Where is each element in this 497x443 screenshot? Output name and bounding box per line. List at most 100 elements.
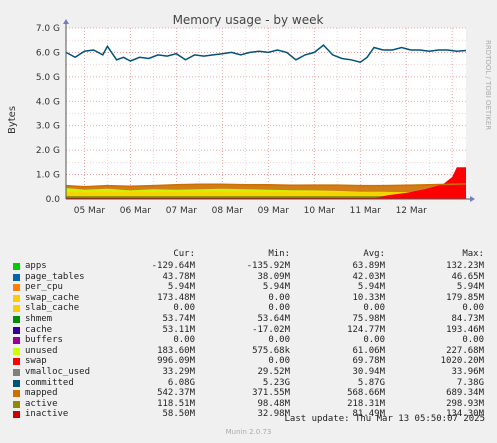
legend-swatch (13, 326, 20, 334)
legend-avg: 124.77M (347, 324, 385, 335)
legend-avg: 75.98M (352, 314, 385, 324)
legend-min: 0.00 (268, 335, 290, 346)
legend-label: swap_cache (25, 292, 80, 303)
legend-label: per_cpu (25, 282, 63, 293)
legend-min: 575.68k (252, 345, 290, 356)
legend-max: 7.38G (456, 377, 484, 388)
legend-cur: 33.29M (162, 367, 195, 377)
legend-label: slab_cache (25, 303, 80, 314)
legend-avg: 0.00 (363, 303, 385, 314)
legend-min: -17.02M (252, 324, 290, 335)
y-tick-label: 3.0 G (36, 122, 60, 132)
x-tick-label: 11 Mar (350, 206, 382, 216)
legend-cur: -129.64M (151, 261, 195, 271)
legend-max: 227.68M (446, 345, 484, 356)
legend-max: 689.34M (446, 388, 484, 399)
y-axis-label: Bytes (7, 106, 18, 134)
x-tick-label: 08 Mar (212, 206, 244, 216)
legend-max: 0.00 (462, 335, 484, 346)
y-tick-label: 7.0 G (36, 24, 60, 34)
legend-cur: 996.09M (157, 356, 195, 367)
legend-swatch (13, 390, 20, 398)
legend-label: vmalloc_used (25, 367, 91, 377)
legend-label: unused (25, 345, 58, 356)
x-tick-label: 09 Mar (258, 206, 290, 216)
y-tick-label: 2.0 G (36, 146, 60, 156)
chart-title: Memory usage - by week (173, 13, 324, 27)
legend-max: 1020.20M (440, 356, 484, 367)
legend-avg: 5.94M (357, 282, 385, 293)
x-tick-label: 12 Mar (396, 206, 428, 216)
header-max: Max: (462, 249, 484, 259)
legend-cur: 58.50M (162, 409, 195, 420)
legend-cur: 173.48M (157, 292, 195, 303)
legend-swatch (13, 273, 20, 281)
legend-max: 5.94M (456, 282, 484, 293)
legend-avg: 42.03M (352, 271, 385, 282)
y-tick-label: 0.0 (46, 195, 61, 205)
legend-cur: 53.74M (162, 314, 195, 324)
y-tick-label: 4.0 G (36, 97, 60, 107)
x-tick-label: 06 Mar (120, 206, 152, 216)
legend-swatch (13, 337, 20, 345)
legend-cur: 6.08G (167, 377, 195, 388)
legend-cur: 5.94M (167, 282, 195, 293)
legend-avg: 69.78M (352, 356, 385, 367)
legend-swatch (13, 400, 20, 408)
header-cur: Cur: (173, 249, 195, 259)
legend-avg: 0.00 (363, 335, 385, 346)
legend-avg: 218.31M (347, 398, 385, 409)
legend-swatch (13, 411, 20, 419)
legend-label: apps (25, 261, 47, 271)
legend-avg: 5.87G (357, 377, 385, 388)
legend-cur: 0.00 (173, 335, 195, 346)
legend-max: 193.46M (446, 324, 484, 335)
legend-label: committed (25, 377, 74, 388)
legend-min: 371.55M (252, 388, 290, 399)
legend-cur: 183.60M (157, 345, 195, 356)
rrdtool-side-text: RRDTOOL / TOBI OETIKER (484, 40, 492, 130)
legend-min: 29.52M (257, 367, 290, 377)
legend-label: active (25, 398, 58, 409)
legend-swatch (13, 263, 20, 270)
legend-swatch (13, 294, 20, 302)
legend-min: 0.00 (268, 356, 290, 367)
munin-version: Munin 2.0.73 (225, 428, 272, 436)
legend-min: 5.94M (262, 282, 290, 293)
header-avg: Avg: (363, 249, 385, 259)
legend-swatch (13, 358, 20, 366)
last-update: Last update: Thu Mar 13 05:50:07 2025 (284, 414, 485, 424)
plot-area: 0.0 1.0 G 2.0 G 3.0 G 4.0 G 5.0 G 6.0 G 7.0 G 05… (36, 19, 475, 216)
legend-min: 0.00 (268, 292, 290, 303)
legend-max: 46.65M (451, 271, 484, 282)
legend-avg: 63.89M (352, 261, 385, 271)
x-axis-arrow (470, 196, 475, 202)
y-tick-label: 6.0 G (36, 48, 60, 58)
memory-chart: Memory usage - by week Bytes RRDTOOL / T… (7, 13, 492, 216)
legend-max: 33.96M (451, 367, 484, 377)
y-axis-arrow (63, 19, 69, 24)
legend-label: buffers (25, 335, 63, 346)
legend-min: -135.92M (246, 261, 290, 271)
legend-avg: 61.06M (352, 345, 385, 356)
header-min: Min: (268, 249, 290, 259)
legend-swatch (13, 284, 20, 292)
x-tick-label: 05 Mar (74, 206, 106, 216)
legend-max: 298.93M (446, 398, 484, 409)
legend-avg: 10.33M (352, 292, 385, 303)
legend-max: 132.23M (446, 261, 484, 271)
legend-cur: 43.78M (162, 271, 195, 282)
legend-min: 38.09M (257, 271, 290, 282)
x-tick-label: 07 Mar (166, 206, 198, 216)
legend-label: inactive (25, 409, 69, 420)
y-tick-label: 1.0 G (36, 171, 60, 181)
legend-min: 98.48M (257, 398, 290, 409)
legend-label: swap (25, 356, 47, 367)
legend-cur: 0.00 (173, 303, 195, 314)
legend-label: cache (25, 324, 53, 335)
legend-min: 5.23G (262, 377, 290, 388)
legend-cur: 118.51M (157, 398, 195, 409)
legend-label: page_tables (25, 271, 85, 282)
legend-swatch (13, 305, 20, 313)
legend-swatch (13, 347, 20, 355)
